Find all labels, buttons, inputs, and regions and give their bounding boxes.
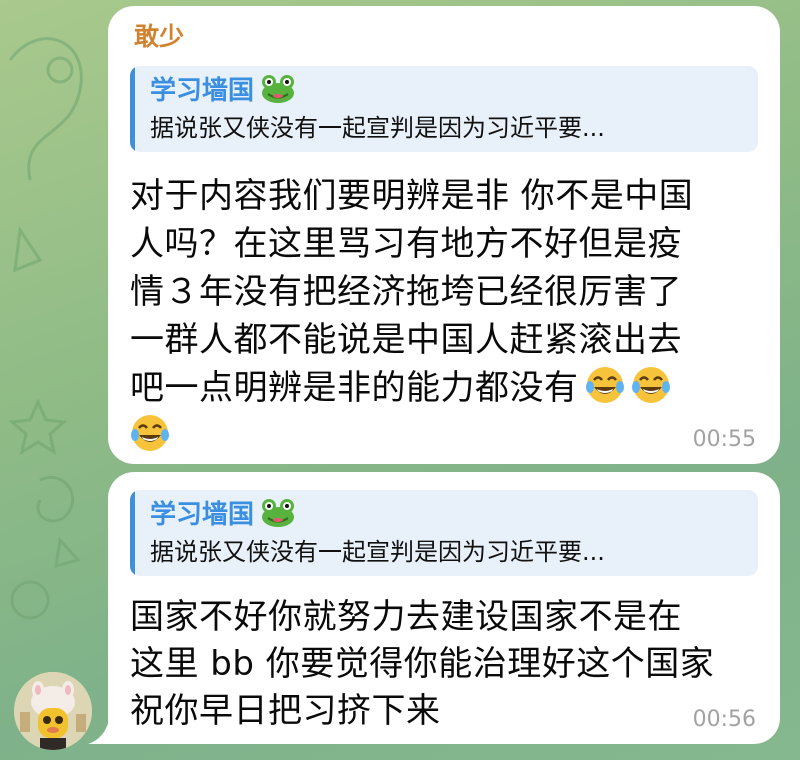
quote-accent-bar xyxy=(130,490,135,576)
frog-icon xyxy=(262,75,295,103)
reply-quote[interactable]: 学习墙国 据说张又侠没有一起宣判是因为习近平要... xyxy=(130,66,758,152)
quote-text: 据说张又侠没有一起宣判是因为习近平要... xyxy=(150,538,605,566)
message-timestamp: 00:56 xyxy=(692,707,756,732)
quote-text: 据说张又侠没有一起宣判是因为习近平要... xyxy=(150,114,605,142)
tears-of-joy-emoji-icon xyxy=(631,367,670,403)
message-line: 吧一点明辨是非的能力都没有 xyxy=(130,368,579,408)
message-line: 这里 bb 你要觉得你能治理好这个国家 xyxy=(130,644,715,684)
quote-accent-bar xyxy=(130,66,135,152)
message-line: 国家不好你就努力去建设国家不是在 xyxy=(130,597,682,637)
avatar-image xyxy=(14,672,92,750)
tears-of-joy-emoji-icon xyxy=(585,367,624,403)
reply-quote[interactable]: 学习墙国 据说张又侠没有一起宣判是因为习近平要... xyxy=(130,490,758,576)
message-line: 对于内容我们要明辨是非 你不是中国 xyxy=(130,176,694,216)
message-line: 情３年没有把经济拖垮已经很厉害了 xyxy=(130,272,682,312)
message-line: 祝你早日把习挤下来 xyxy=(130,691,441,731)
tears-of-joy-emoji-icon xyxy=(131,415,169,451)
bubble-tail xyxy=(88,716,118,744)
message-timestamp: 00:55 xyxy=(692,427,756,452)
quote-author: 学习墙国 xyxy=(150,76,255,106)
sender-avatar[interactable] xyxy=(14,672,92,750)
message-bubble[interactable]: 学习墙国 据说张又侠没有一起宣判是因为习近平要... 国家不好你就努力去建设国家… xyxy=(108,472,780,744)
message-line: 人吗？在这里骂习有地方不好但是疫 xyxy=(130,224,682,264)
message-text: 国家不好你就努力去建设国家不是在 这里 bb 你要觉得你能治理好这个国家 祝你早… xyxy=(130,594,758,735)
frog-icon xyxy=(262,499,295,527)
quote-author: 学习墙国 xyxy=(150,500,255,530)
message-line: 一群人都不能说是中国人赶紧滚出去 xyxy=(130,320,682,360)
sender-name[interactable]: 敢少 xyxy=(134,20,758,54)
message-text: 对于内容我们要明辨是非 你不是中国 人吗？在这里骂习有地方不好但是疫 情３年没有… xyxy=(130,172,758,460)
message-bubble[interactable]: 敢少 学习墙国 据说张又侠没有一起宣判是因为习近平要... 对于内容我们要明辨是… xyxy=(108,6,780,464)
